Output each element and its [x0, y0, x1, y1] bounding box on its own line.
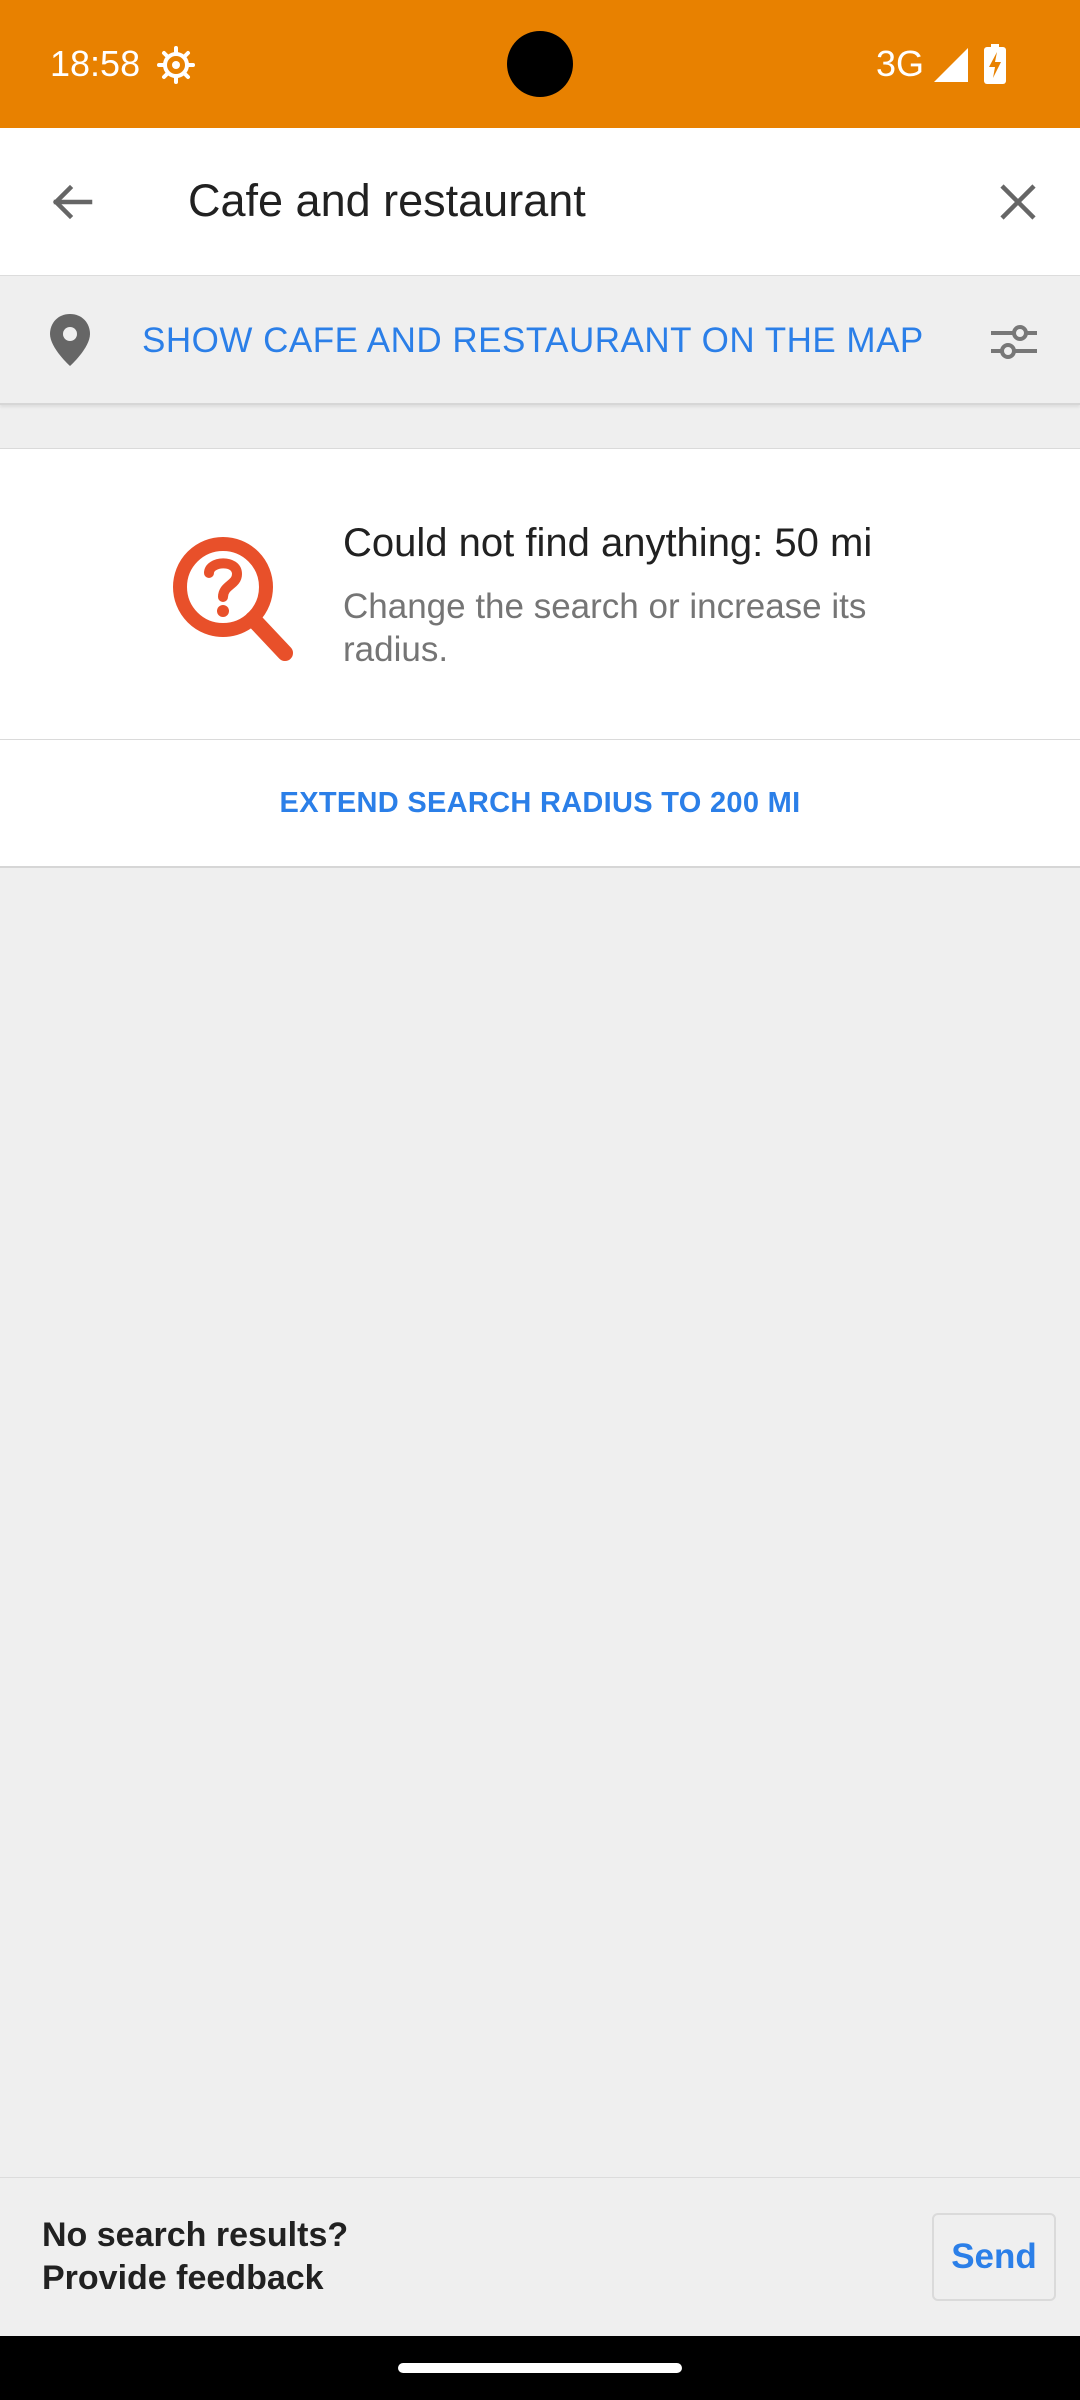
location-pin-icon: [46, 312, 94, 368]
close-icon: [1000, 184, 1036, 220]
search-bar: [0, 128, 1080, 276]
back-button[interactable]: [34, 164, 110, 240]
empty-results-card: Could not find anything: 50 mi Change th…: [0, 448, 1080, 740]
filter-button[interactable]: [986, 314, 1042, 370]
extend-radius-label: EXTEND SEARCH RADIUS TO 200 MI: [279, 786, 801, 819]
empty-state-subtitle: Change the search or increase its radius…: [343, 587, 867, 669]
status-bar: 18:58 3G: [0, 0, 1080, 128]
signal-icon: [934, 48, 968, 82]
search-question-icon: [165, 531, 293, 663]
feedback-line-1: No search results?: [42, 2216, 349, 2254]
home-gesture-handle[interactable]: [398, 2363, 682, 2373]
search-input[interactable]: [188, 166, 948, 236]
feedback-text: No search results? Provide feedback: [42, 2214, 348, 2300]
sliders-icon: [991, 325, 1037, 359]
status-time: 18:58: [50, 43, 141, 84]
empty-state-title: Could not find anything: 50 mi: [343, 521, 873, 565]
send-feedback-button[interactable]: Send: [932, 2213, 1056, 2301]
arrow-back-icon: [52, 184, 93, 220]
clear-search-button[interactable]: [980, 164, 1056, 240]
feedback-line-2: Provide feedback: [42, 2259, 324, 2297]
gear-icon: [156, 45, 196, 85]
feedback-bar: No search results? Provide feedback Send: [0, 2177, 1080, 2336]
network-type: 3G: [876, 43, 925, 84]
extend-radius-button[interactable]: EXTEND SEARCH RADIUS TO 200 MI: [0, 740, 1080, 868]
camera-cutout: [507, 31, 573, 97]
show-on-map-row[interactable]: SHOW CAFE AND RESTAURANT ON THE MAP: [0, 276, 1080, 405]
show-on-map-label: SHOW CAFE AND RESTAURANT ON THE MAP: [142, 321, 924, 360]
battery-charging-icon: [984, 44, 1006, 84]
navigation-bar: [0, 2336, 1080, 2400]
